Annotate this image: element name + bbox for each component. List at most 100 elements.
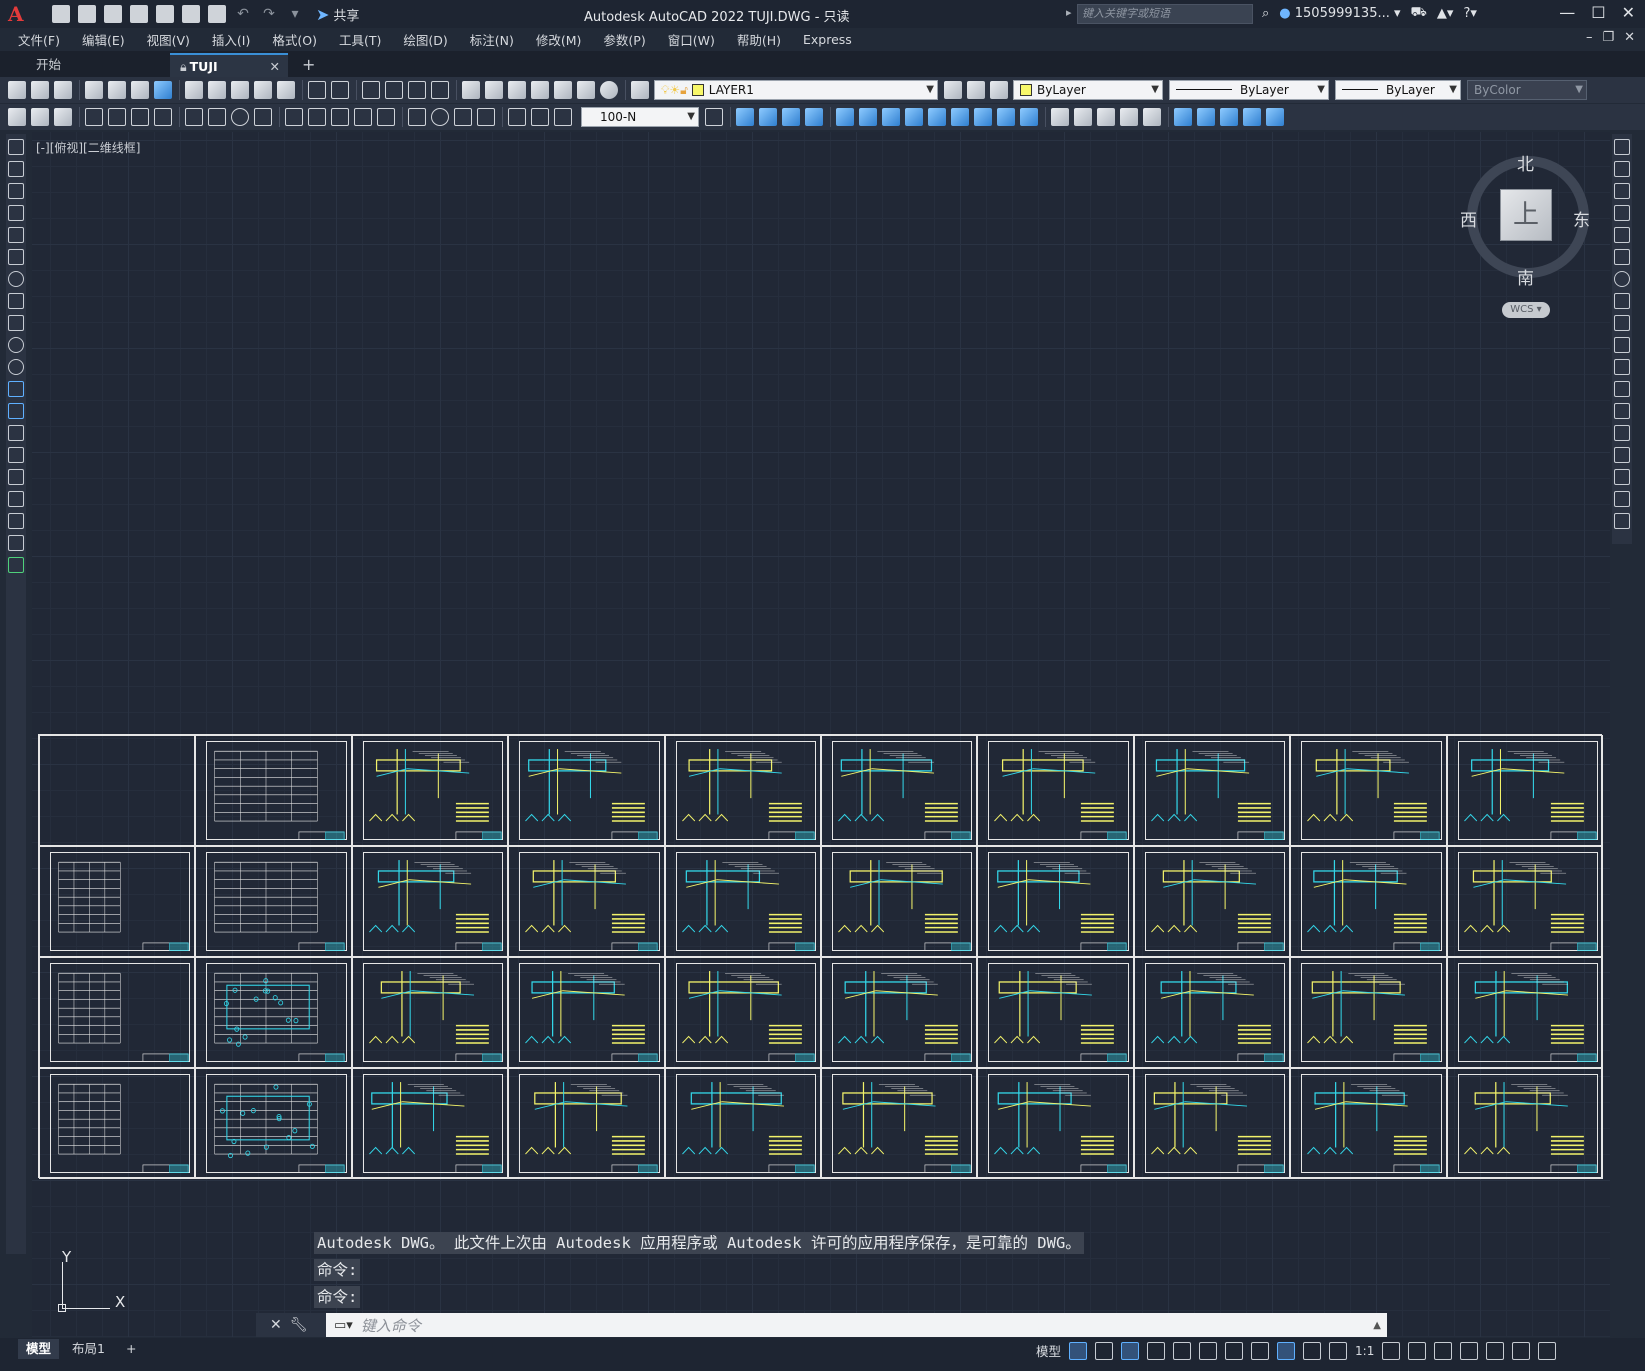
extend-icon[interactable] [1614,359,1630,375]
clean-screen-icon[interactable] [1512,1341,1531,1360]
hardware-acceleration-icon[interactable] [1486,1341,1505,1360]
object-snap-icon[interactable] [1225,1341,1244,1360]
dim-continue-icon[interactable] [331,108,349,126]
command-prompt-icon[interactable]: ▭▾ [334,1318,353,1333]
block-tool-1-icon[interactable] [736,108,754,126]
customize-chevron-icon[interactable]: ▾ [286,5,304,23]
drawing-sheet[interactable] [1290,1068,1447,1179]
annotation-visibility-icon[interactable] [1277,1341,1296,1360]
units-icon[interactable] [1434,1341,1453,1360]
pan-icon[interactable] [362,81,380,99]
block-tool-3-icon[interactable] [782,108,800,126]
mirror-icon[interactable] [1614,183,1630,199]
polygon-icon[interactable] [8,205,24,221]
ortho-icon[interactable] [1121,1341,1140,1360]
gradient-icon[interactable] [8,469,24,485]
menu-item[interactable]: 窗口(W) [668,30,715,49]
copy-object-icon[interactable] [1614,161,1630,177]
drawing-sheet[interactable] [1133,1068,1291,1179]
drawing-sheet[interactable] [977,735,1134,846]
drawing-sheet[interactable] [1133,957,1291,1068]
center-mark-icon[interactable] [431,108,449,126]
ref-tool-2-icon[interactable] [859,108,877,126]
new-icon[interactable] [8,81,26,99]
express-block-2-icon[interactable] [1197,108,1215,126]
polyline-icon[interactable] [8,183,24,199]
ref-tool-9-icon[interactable] [1020,108,1038,126]
drawing-sheet[interactable] [1290,846,1447,957]
ref-tool-1-icon[interactable] [836,108,854,126]
save-web-icon[interactable] [182,5,200,23]
circle-icon[interactable] [8,271,24,287]
trim-icon[interactable] [1614,337,1630,353]
sheet-set-icon[interactable] [531,81,549,99]
fillet-icon[interactable] [1614,469,1630,485]
tab-close-icon[interactable]: ✕ [270,55,280,79]
drawing-sheet[interactable] [508,957,665,1068]
drawing-sheet[interactable] [351,735,509,846]
tool-palettes-icon[interactable] [508,81,526,99]
minimize-button[interactable]: — [1559,3,1575,22]
drawing-sheet[interactable] [1290,957,1447,1068]
customization-icon[interactable] [1538,1341,1557,1360]
design-center-icon[interactable] [485,81,503,99]
table-icon[interactable] [8,513,24,529]
ref-tool-4-icon[interactable] [905,108,923,126]
help-toolbar-icon[interactable] [600,81,618,99]
layer-dropdown[interactable]: 💡︎☀🔓︎ LAYER1 ▼ [654,80,938,100]
drawing-sheet[interactable] [508,1068,665,1179]
menu-item[interactable]: 参数(P) [603,30,645,49]
view-tool-4-icon[interactable] [1120,108,1138,126]
drawing-sheet[interactable] [1446,846,1603,957]
menu-item[interactable]: 文件(F) [18,30,60,49]
ref-tool-5-icon[interactable] [928,108,946,126]
share-button[interactable]: ➤ 共享 [316,5,359,24]
break-icon[interactable] [1614,403,1630,419]
dim-style-manager-icon[interactable] [705,108,723,126]
open-icon[interactable] [31,81,49,99]
inspection-icon[interactable] [454,108,472,126]
quick-dim-icon[interactable] [285,108,303,126]
hatch-icon[interactable] [8,447,24,463]
ellipse-icon[interactable] [8,337,24,353]
open-file-icon[interactable] [78,5,96,23]
dim-update-icon[interactable] [554,108,572,126]
save-toolbar-icon[interactable] [54,81,72,99]
paste-icon[interactable] [231,81,249,99]
redo-icon[interactable]: ↷ [260,5,278,23]
isodraft-icon[interactable] [1173,1341,1192,1360]
drawing-sheet[interactable] [351,846,509,957]
view-tool-5-icon[interactable] [1143,108,1161,126]
object-snap-tracking-icon[interactable] [1199,1341,1218,1360]
region-icon[interactable] [8,491,24,507]
join-icon[interactable] [1614,425,1630,441]
search-icon[interactable]: ⌕ [1262,6,1269,21]
zoom-window-icon[interactable] [408,81,426,99]
close-icon[interactable]: ✕ [270,1317,282,1333]
drawing-sheet[interactable] [39,1068,196,1179]
menu-item[interactable]: 绘图(D) [403,30,447,49]
express-block-1-icon[interactable] [1174,108,1192,126]
drawing-sheet[interactable] [195,846,352,957]
user-account[interactable]: ● 1505999135... ▾ [1279,6,1400,21]
dim-aligned-icon[interactable] [108,108,126,126]
drawing-sheet[interactable] [821,957,978,1068]
erase-icon[interactable] [1614,139,1630,155]
workspace-gear-icon[interactable] [1382,1341,1401,1360]
express-block-3-icon[interactable] [1220,108,1238,126]
drawing-sheet[interactable] [508,846,665,957]
redo-toolbar-icon[interactable] [331,81,349,99]
scale-icon[interactable] [1614,293,1630,309]
blend-curves-icon[interactable] [1614,491,1630,507]
ref-tool-8-icon[interactable] [997,108,1015,126]
match-properties-icon[interactable] [254,81,272,99]
command-line-grip[interactable] [256,1313,266,1337]
ref-tool-3-icon[interactable] [882,108,900,126]
dim-diameter-icon[interactable] [231,108,249,126]
menu-item[interactable]: 编辑(E) [82,30,125,49]
dim-jogged-icon[interactable] [208,108,226,126]
layer-state-icon[interactable] [990,81,1008,99]
web-icon[interactable] [154,81,172,99]
menu-item[interactable]: 格式(O) [272,30,317,49]
menu-item[interactable]: 工具(T) [339,30,381,49]
